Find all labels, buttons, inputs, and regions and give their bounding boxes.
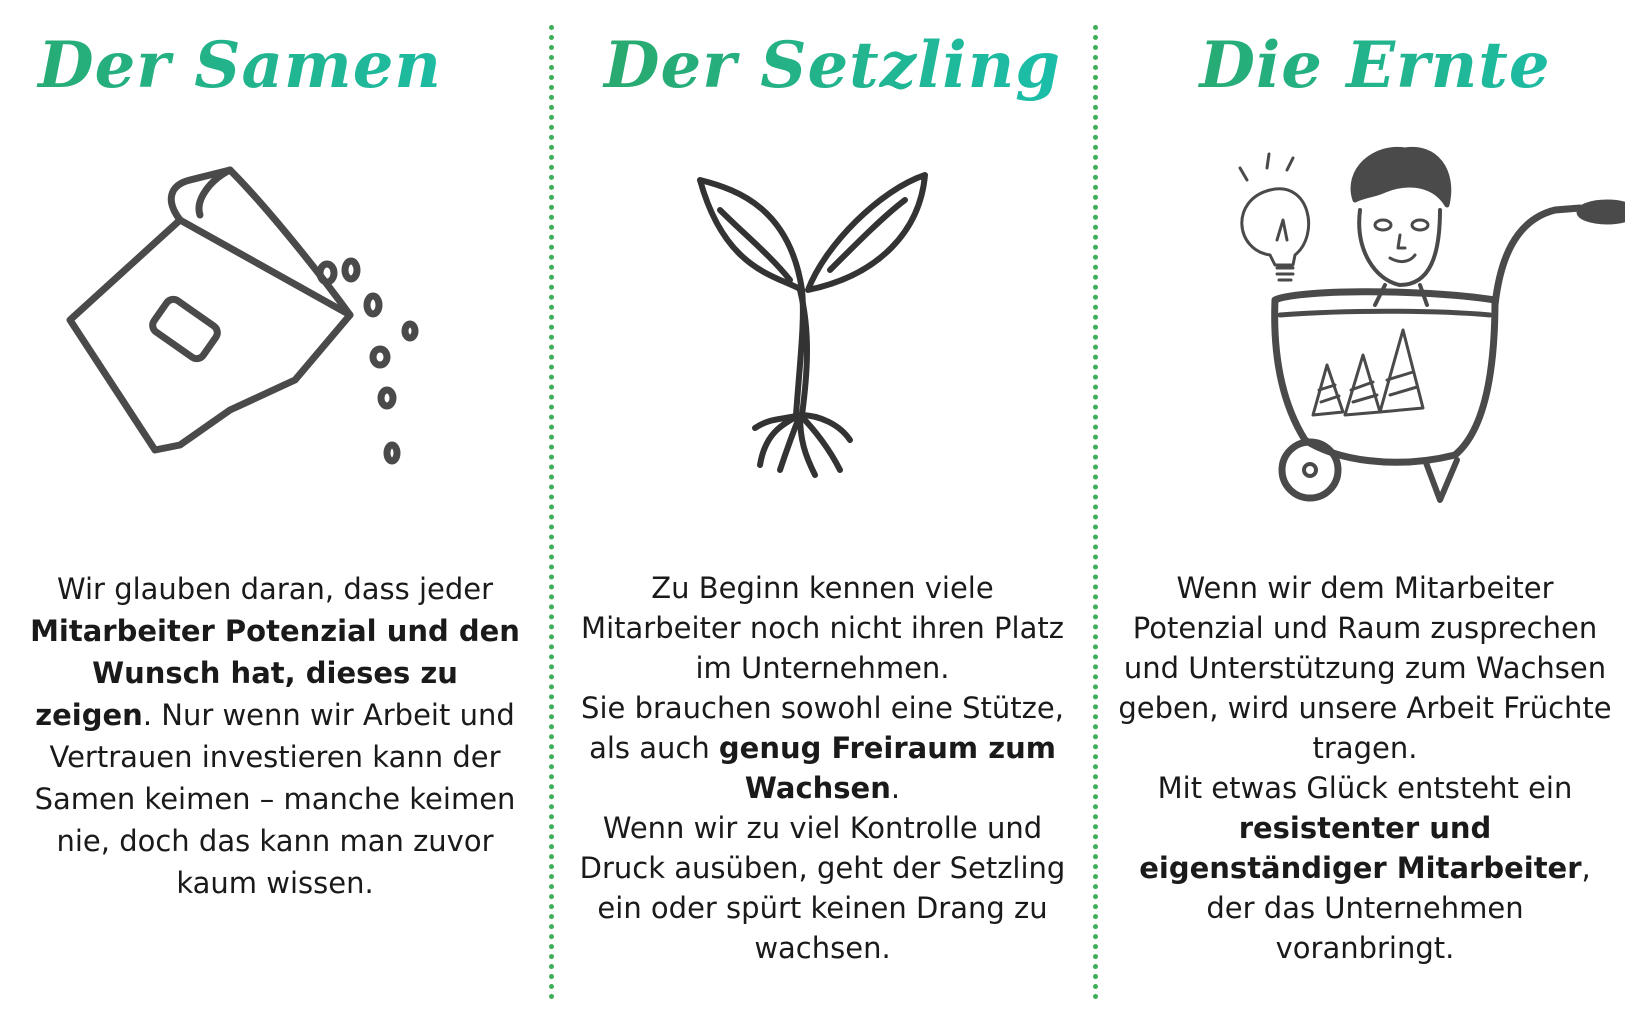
description-harvest: Wenn wir dem Mitarbeiter Potenzial und R… [1115, 568, 1615, 968]
text-segment: Zu Beginn kennen viele Mitarbeiter noch … [581, 571, 1064, 685]
person-head-icon [1350, 146, 1452, 307]
description-seed: Wir glauben daran, dass jeder Mitarbeite… [30, 568, 520, 904]
text-bold-segment: genug Freiraum zum Wachsen [718, 731, 1056, 805]
column-seedling: Der Setzling Zu Beginn kennen viele Mita… [550, 0, 1095, 1021]
seed-bag-icon [60, 140, 460, 500]
seedling-icon [680, 170, 940, 520]
description-seedling: Zu Beginn kennen viele Mitarbeiter noch … [570, 568, 1075, 968]
heading-seed: Der Samen [0, 28, 550, 105]
wheelbarrow-person-icon [1195, 140, 1625, 540]
heading-seedling: Der Setzling [570, 28, 1095, 105]
heading-harvest: Die Ernte [1125, 28, 1625, 105]
column-harvest: Die Ernte Wenn wir dem Mitarbeiter Poten… [1095, 0, 1625, 1021]
text-segment: Wir glauben daran, dass jeder [56, 572, 494, 606]
text-segment: Wenn wir dem Mitarbeiter Potenzial und R… [1118, 571, 1612, 765]
text-bold-segment: resistenter und eigenständiger Mitarbeit… [1139, 811, 1582, 885]
text-segment: Wenn wir zu viel Kontrolle und Druck aus… [579, 811, 1066, 965]
column-seed: Der Samen Wir glauben daran, dass jeder … [0, 0, 550, 1021]
text-segment: . [890, 771, 901, 805]
text-segment: Mit etwas Glück entsteht ein [1157, 771, 1573, 805]
light-bulb-icon [1238, 152, 1311, 282]
